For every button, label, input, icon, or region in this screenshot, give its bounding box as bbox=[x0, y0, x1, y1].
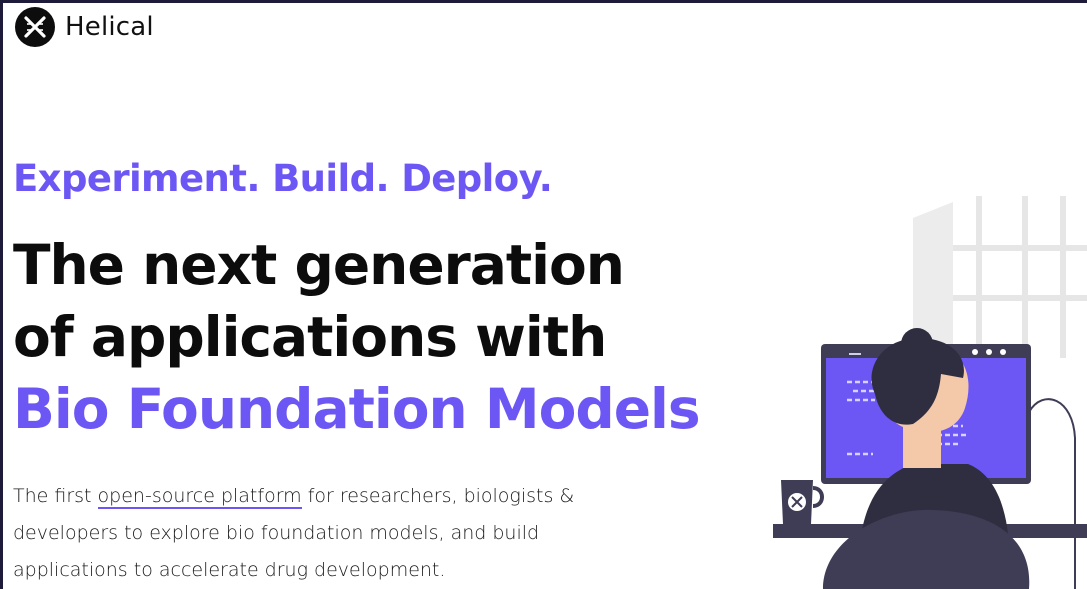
mug-icon bbox=[781, 480, 824, 524]
hero-description: The first open-source platform for resea… bbox=[13, 478, 653, 589]
headline-line-1: The next generation bbox=[13, 233, 625, 297]
headline-accent: Bio Foundation Models bbox=[13, 377, 701, 441]
monitor-cable bbox=[1028, 398, 1076, 589]
helical-logo-icon bbox=[15, 7, 55, 47]
header-logo[interactable]: Helical bbox=[15, 7, 154, 47]
hero-eyebrow: Experiment. Build. Deploy. bbox=[13, 157, 553, 200]
developer-at-computer-illustration bbox=[773, 196, 1087, 589]
headline-line-2: of applications with bbox=[13, 305, 607, 369]
desc-text-before: The first bbox=[13, 485, 98, 507]
brand-name: Helical bbox=[65, 12, 154, 42]
page: Helical Experiment. Build. Deploy. The n… bbox=[3, 3, 1087, 589]
open-source-platform-link[interactable]: open-source platform bbox=[97, 485, 302, 509]
hero-headline: The next generation of applications with… bbox=[13, 229, 701, 445]
